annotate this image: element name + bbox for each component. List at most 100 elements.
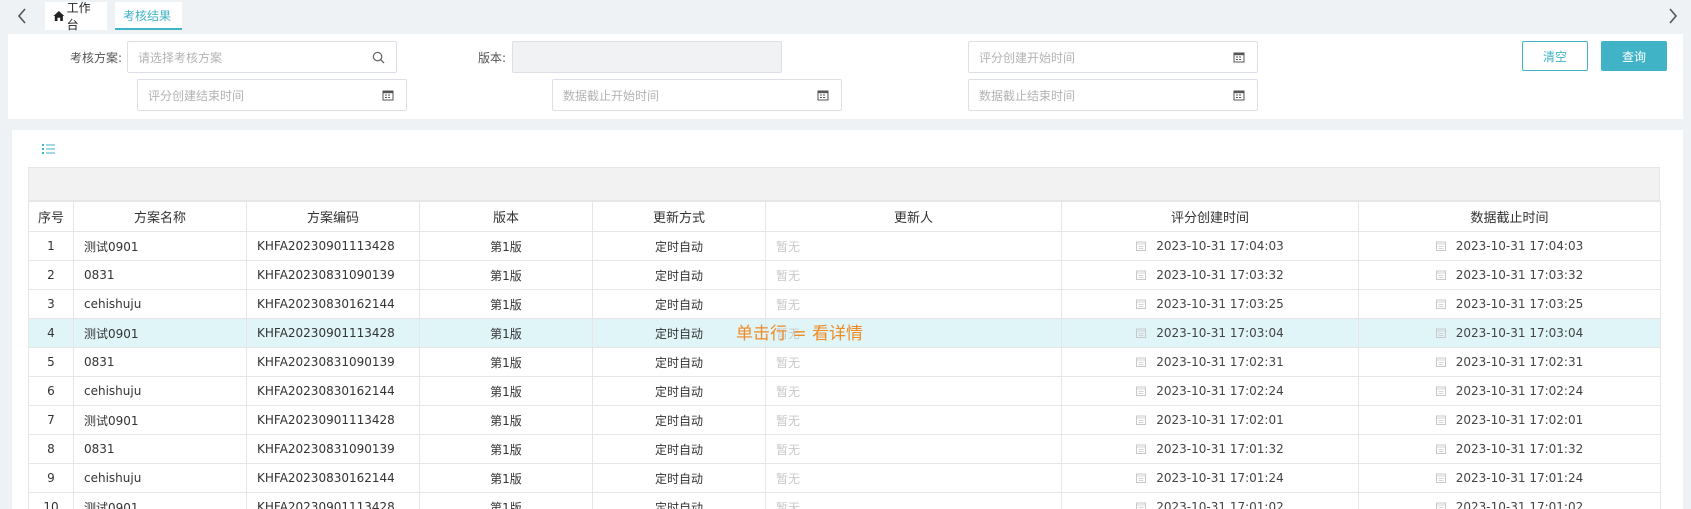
score-time-value: 2023-10-31 17:01:02 — [1156, 500, 1284, 509]
tab-assessment-result-label: 考核结果 — [123, 8, 172, 23]
calendar-icon — [1136, 240, 1147, 251]
cell-updater: 暂无 — [765, 289, 1062, 319]
calendar-icon — [1435, 385, 1446, 396]
cell-score-time: 2023-10-31 17:02:01 — [1061, 405, 1359, 435]
table-row[interactable]: 10 测试0901 KHFA20230901113428 第1版 定时自动 暂无 2023-… — [28, 492, 1661, 509]
cell-update-mode: 定时自动 — [592, 347, 766, 377]
cell-plan-name: 0831 — [73, 260, 247, 290]
cell-update-mode: 定时自动 — [592, 434, 766, 464]
calendar-icon — [1136, 356, 1147, 367]
table-row[interactable]: 6 cehishuju KHFA20230830162144 第1版 定时自动 暂无 202… — [28, 376, 1661, 406]
calendar-icon[interactable] — [817, 88, 831, 102]
cell-updater: 暂无 — [765, 231, 1062, 261]
list-icon[interactable] — [42, 143, 56, 155]
calendar-icon — [1435, 269, 1446, 280]
click-row-hint: 单击行 = 看详情 — [736, 324, 864, 344]
table-row[interactable]: 3 cehishuju KHFA20230830162144 第1版 定时自动 暂无 202… — [28, 289, 1661, 319]
calendar-icon — [1136, 472, 1147, 483]
cell-update-mode: 定时自动 — [592, 231, 766, 261]
cell-plan-code: KHFA20230830162144 — [246, 463, 420, 493]
table-row[interactable]: 5 0831 KHFA20230831090139 第1版 定时自动 暂无 2023-10-… — [28, 347, 1661, 377]
cell-score-time: 2023-10-31 17:03:04 — [1061, 318, 1359, 348]
table-row[interactable]: 8 0831 KHFA20230831090139 第1版 定时自动 暂无 2023-10-… — [28, 434, 1661, 464]
cell-score-time: 2023-10-31 17:01:32 — [1061, 434, 1359, 464]
column-header[interactable]: 更新人 — [765, 201, 1062, 232]
cell-plan-code: KHFA20230830162144 — [246, 289, 420, 319]
column-header[interactable]: 版本 — [419, 201, 593, 232]
tab-home[interactable]: 工作台 — [45, 1, 107, 32]
cell-data-time: 2023-10-31 17:03:25 — [1358, 289, 1661, 319]
score-time-value: 2023-10-31 17:01:24 — [1156, 471, 1284, 485]
score-time-value: 2023-10-31 17:04:03 — [1156, 239, 1284, 253]
table-row[interactable]: 7 测试0901 KHFA20230901113428 第1版 定时自动 暂无 2023-1… — [28, 405, 1661, 435]
table-toolbar — [28, 167, 1660, 201]
version-field — [512, 41, 782, 73]
score-time-value: 2023-10-31 17:03:32 — [1156, 268, 1284, 282]
calendar-icon — [1136, 443, 1147, 454]
tab-assessment-result[interactable]: 考核结果 — [115, 2, 182, 30]
table-row[interactable]: 2 0831 KHFA20230831090139 第1版 定时自动 暂无 2023-10-… — [28, 260, 1661, 290]
cell-update-mode: 定时自动 — [592, 289, 766, 319]
chevron-right-icon[interactable] — [1659, 0, 1687, 32]
table-row[interactable]: 9 cehishuju KHFA20230830162144 第1版 定时自动 暂无 202… — [28, 463, 1661, 493]
calendar-icon — [1136, 385, 1147, 396]
chevron-left-icon[interactable] — [8, 0, 36, 32]
column-header[interactable]: 序号 — [28, 201, 74, 232]
table-header-row: 序号 方案名称 方案编码 版本 更新方式 更新人 评分创建时间 数据截止时间 — [28, 201, 1661, 232]
data-time-value: 2023-10-31 17:02:31 — [1455, 355, 1584, 369]
plan-select[interactable]: 请选择考核方案 — [127, 41, 397, 73]
cell-plan-name: 0831 — [73, 347, 247, 377]
column-header[interactable]: 评分创建时间 — [1061, 201, 1359, 232]
data-time-value: 2023-10-31 17:03:32 — [1455, 268, 1584, 282]
data-start-time-field[interactable]: 数据截止开始时间 — [552, 79, 842, 111]
calendar-icon — [1435, 240, 1446, 251]
cell-plan-name: cehishuju — [73, 463, 247, 493]
cell-data-time: 2023-10-31 17:03:32 — [1358, 260, 1661, 290]
plan-placeholder: 请选择考核方案 — [138, 50, 223, 65]
cell-no: 2 — [28, 260, 74, 290]
cell-no: 6 — [28, 376, 74, 406]
data-time-value: 2023-10-31 17:02:24 — [1455, 384, 1584, 398]
cell-score-time: 2023-10-31 17:02:31 — [1061, 347, 1359, 377]
cell-version: 第1版 — [419, 260, 593, 290]
cell-updater: 暂无 — [765, 260, 1062, 290]
calendar-icon — [1435, 298, 1446, 309]
score-start-placeholder: 评分创建开始时间 — [979, 50, 1076, 65]
column-header[interactable]: 方案名称 — [73, 201, 247, 232]
calendar-icon[interactable] — [382, 88, 396, 102]
column-header[interactable]: 更新方式 — [592, 201, 766, 232]
query-button[interactable]: 查询 — [1601, 41, 1667, 71]
cell-no: 4 — [28, 318, 74, 348]
calendar-icon — [1136, 414, 1147, 425]
cell-data-time: 2023-10-31 17:03:04 — [1358, 318, 1661, 348]
calendar-icon — [1136, 327, 1147, 338]
score-start-time-field[interactable]: 评分创建开始时间 — [968, 41, 1258, 73]
calendar-icon — [1435, 472, 1446, 483]
tab-bar: 工作台 考核结果 — [0, 0, 1691, 32]
score-time-value: 2023-10-31 17:02:31 — [1156, 355, 1284, 369]
calendar-icon[interactable] — [1233, 50, 1247, 64]
cell-plan-code: KHFA20230830162144 — [246, 376, 420, 406]
search-icon[interactable] — [372, 50, 386, 64]
cell-version: 第1版 — [419, 347, 593, 377]
cell-plan-code: KHFA20230831090139 — [246, 347, 420, 377]
cell-score-time: 2023-10-31 17:01:02 — [1061, 492, 1359, 509]
column-header[interactable]: 数据截止时间 — [1358, 201, 1661, 232]
data-time-value: 2023-10-31 17:03:25 — [1455, 297, 1584, 311]
table-row[interactable]: 1 测试0901 KHFA20230901113428 第1版 定时自动 暂无 2023-1… — [28, 231, 1661, 261]
data-end-time-field[interactable]: 数据截止结束时间 — [968, 79, 1258, 111]
calendar-icon — [1435, 356, 1446, 367]
data-start-placeholder: 数据截止开始时间 — [563, 88, 660, 103]
calendar-icon[interactable] — [1233, 88, 1247, 102]
cell-update-mode: 定时自动 — [592, 463, 766, 493]
cell-version: 第1版 — [419, 492, 593, 509]
calendar-icon — [1435, 443, 1446, 454]
cell-no: 7 — [28, 405, 74, 435]
cell-plan-code: KHFA20230901113428 — [246, 492, 420, 509]
home-icon — [53, 11, 65, 21]
data-end-placeholder: 数据截止结束时间 — [979, 88, 1076, 103]
column-header[interactable]: 方案编码 — [246, 201, 420, 232]
data-time-value: 2023-10-31 17:03:04 — [1455, 326, 1584, 340]
score-end-time-field[interactable]: 评分创建结束时间 — [137, 79, 407, 111]
clear-button[interactable]: 清空 — [1522, 41, 1588, 71]
